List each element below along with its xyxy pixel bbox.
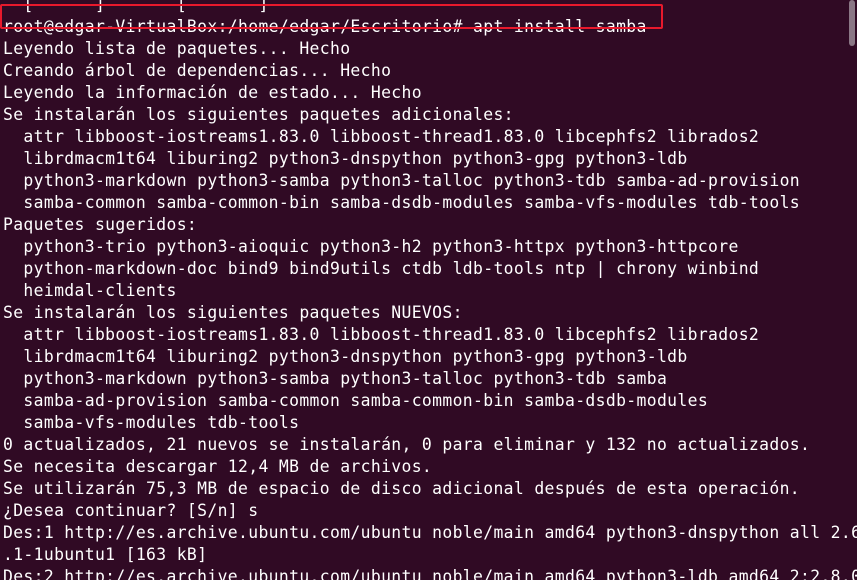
output-line: python3-trio python3-aioquic python3-h2 …: [3, 237, 739, 256]
command-highlight-box: [0, 4, 663, 29]
output-line: librdmacm1t64 liburing2 python3-dnspytho…: [3, 149, 688, 168]
scrollbar-thumb[interactable]: [849, 0, 855, 46]
output-line: samba-vfs-modules tdb-tools: [3, 413, 300, 432]
output-line: Leyendo lista de paquetes... Hecho: [3, 39, 351, 58]
output-line: python-markdown-doc bind9 bind9utils ctd…: [3, 259, 760, 278]
output-line: python3-markdown python3-samba python3-t…: [3, 171, 801, 190]
output-line: 0 actualizados, 21 nuevos se instalarán,…: [3, 435, 811, 454]
output-line: Se necesita descargar 12,4 MB de archivo…: [3, 457, 433, 476]
output-line: Creando árbol de dependencias... Hecho: [3, 61, 392, 80]
output-line: samba-ad-provision samba-common samba-co…: [3, 391, 709, 410]
output-line: Des:1 http://es.archive.ubuntu.com/ubunt…: [3, 523, 857, 542]
output-line: Se instalarán los siguientes paquetes NU…: [3, 303, 463, 322]
output-line: Se instalarán los siguientes paquetes ad…: [3, 105, 514, 124]
output-line: Leyendo la información de estado... Hech…: [3, 83, 422, 102]
output-line: Paquetes sugeridos:: [3, 215, 198, 234]
terminal-window[interactable]: [ ] [ ] root@edgar-VirtualBox:/home/edga…: [0, 0, 857, 580]
scrollbar[interactable]: [847, 0, 857, 580]
output-line: python3-markdown python3-samba python3-t…: [3, 369, 668, 388]
terminal-output: [ ] [ ] root@edgar-VirtualBox:/home/edga…: [3, 0, 857, 580]
output-line: attr libboost-iostreams1.83.0 libboost-t…: [3, 127, 760, 146]
output-line: Se utilizarán 75,3 MB de espacio de disc…: [3, 479, 801, 498]
output-line: ¿Desea continuar? [S/n] s: [3, 501, 259, 520]
output-line: librdmacm1t64 liburing2 python3-dnspytho…: [3, 347, 688, 366]
output-line: heimdal-clients: [3, 281, 177, 300]
output-line: attr libboost-iostreams1.83.0 libboost-t…: [3, 325, 760, 344]
output-line: .1-1ubuntu1 [163 kB]: [3, 545, 208, 564]
output-line: Des:2 http://es.archive.ubuntu.com/ubunt…: [3, 567, 857, 580]
output-line: samba-common samba-common-bin samba-dsdb…: [3, 193, 801, 212]
